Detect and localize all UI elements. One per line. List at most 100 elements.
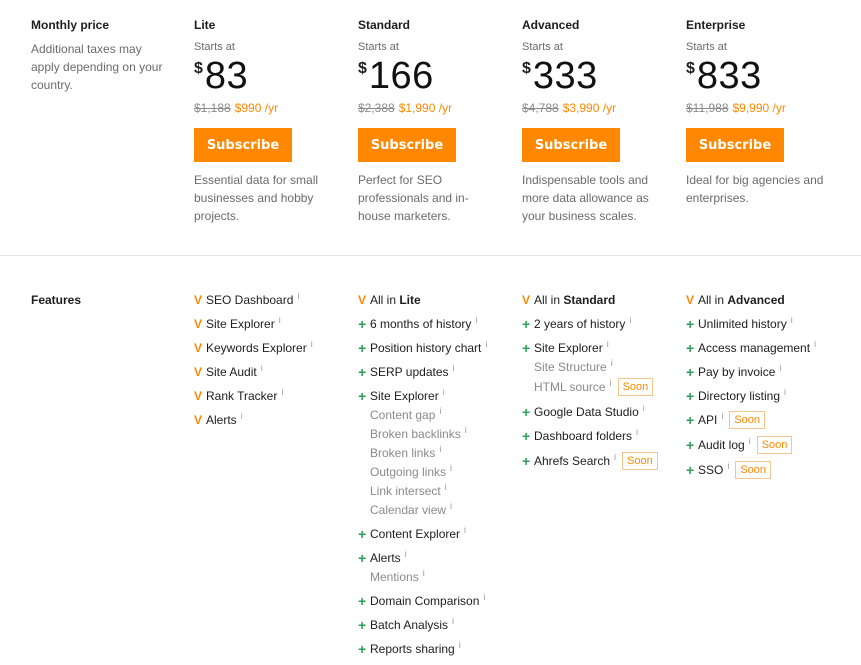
info-icon[interactable]: i bbox=[423, 568, 425, 578]
price-value: 333 bbox=[532, 55, 598, 97]
feature-item: +6 months of history i bbox=[358, 315, 487, 332]
feature-alerts: V Alerts i bbox=[194, 411, 313, 428]
info-icon[interactable]: i bbox=[445, 482, 447, 492]
plan-name: Enterprise bbox=[686, 18, 746, 32]
feature-label: Alerts bbox=[370, 551, 401, 565]
feature-label: 6 months of history bbox=[370, 317, 472, 331]
info-icon[interactable]: i bbox=[779, 363, 781, 373]
info-icon[interactable]: i bbox=[459, 640, 461, 650]
sub-feature: Content gap i bbox=[370, 406, 442, 422]
feature-label: Position history chart bbox=[370, 341, 482, 355]
subscribe-button[interactable]: Subscribe bbox=[194, 128, 292, 162]
info-icon[interactable]: i bbox=[483, 592, 485, 602]
info-icon[interactable]: i bbox=[614, 452, 616, 462]
info-icon[interactable]: i bbox=[749, 436, 751, 446]
feature-item: + Ahrefs Search i Soon bbox=[522, 452, 658, 470]
plus-icon: + bbox=[358, 388, 367, 404]
currency-symbol: $ bbox=[686, 60, 695, 77]
sub-feature: Site Structure i bbox=[534, 358, 613, 374]
feature-item: + Pay by invoice i bbox=[686, 363, 816, 380]
info-icon[interactable]: i bbox=[297, 291, 299, 301]
info-icon[interactable]: i bbox=[784, 387, 786, 397]
feature-all-in: V All in Advanced bbox=[686, 292, 816, 308]
sub-feature: Broken backlinks i bbox=[370, 425, 467, 441]
feature-label: Dashboard folders bbox=[534, 429, 633, 443]
feature-item: + API i Soon bbox=[686, 411, 816, 429]
info-icon[interactable]: i bbox=[241, 411, 243, 421]
feature-item: + Content Explorer i bbox=[358, 525, 487, 542]
plus-icon: + bbox=[358, 550, 367, 566]
info-icon[interactable]: i bbox=[791, 315, 793, 325]
feature-label: Domain Comparison bbox=[370, 594, 480, 608]
info-icon[interactable]: i bbox=[453, 363, 455, 373]
feature-item: + Domain Comparison i bbox=[358, 592, 487, 609]
feature-label: 2 years of history bbox=[534, 317, 626, 331]
monthly-price-label: Monthly price bbox=[31, 18, 110, 32]
info-icon[interactable]: i bbox=[452, 616, 454, 626]
info-icon[interactable]: i bbox=[439, 406, 441, 416]
feature-item: + SSO i Soon bbox=[686, 461, 816, 479]
plan-name: Standard bbox=[358, 18, 411, 32]
info-icon[interactable]: i bbox=[443, 387, 445, 397]
sub-feature: HTML source i Soon bbox=[522, 378, 658, 396]
info-icon[interactable]: i bbox=[465, 425, 467, 435]
subscribe-button[interactable]: Subscribe bbox=[686, 128, 784, 162]
check-icon: V bbox=[194, 413, 203, 427]
feature-item: + Batch Analysis i bbox=[358, 616, 487, 633]
info-icon[interactable]: i bbox=[610, 378, 612, 388]
plus-icon: + bbox=[358, 340, 367, 356]
subscribe-button[interactable]: Subscribe bbox=[358, 128, 456, 162]
info-icon[interactable]: i bbox=[450, 463, 452, 473]
feature-item: + Position history chart i bbox=[358, 339, 487, 356]
feature-label: Pay by invoice bbox=[698, 365, 776, 379]
plus-icon: + bbox=[686, 388, 695, 404]
plan-enterprise: Enterprise Starts at $ 833 $11,988 $9,990… bbox=[686, 18, 831, 207]
plus-icon: + bbox=[522, 428, 531, 444]
feature-all-in: V All in Lite bbox=[358, 292, 487, 308]
info-icon[interactable]: i bbox=[611, 358, 613, 368]
plus-icon: + bbox=[522, 404, 531, 420]
feature-site-explorer: V Site Explorer i bbox=[194, 315, 313, 332]
new-annual-price: $1,990 /yr bbox=[398, 101, 453, 115]
starts-at: Starts at bbox=[686, 41, 727, 53]
info-icon[interactable]: i bbox=[450, 501, 452, 511]
plus-icon: + bbox=[686, 340, 695, 356]
feature-label: Content Explorer bbox=[370, 527, 461, 541]
info-icon[interactable]: i bbox=[279, 315, 281, 325]
subscribe-button[interactable]: Subscribe bbox=[522, 128, 620, 162]
soon-badge: Soon bbox=[617, 378, 654, 396]
annual-price: $4,788 $3,990 /yr bbox=[522, 101, 657, 115]
currency-symbol: $ bbox=[358, 60, 367, 77]
feature-label: Google Data Studio bbox=[534, 405, 639, 419]
info-icon[interactable]: i bbox=[405, 549, 407, 559]
info-icon[interactable]: i bbox=[721, 411, 723, 421]
check-icon: V bbox=[194, 389, 203, 403]
info-icon[interactable]: i bbox=[261, 363, 263, 373]
info-icon[interactable]: i bbox=[311, 339, 313, 349]
price: $ 83 bbox=[194, 57, 329, 95]
feature-all-in: V All in Standard bbox=[522, 292, 658, 308]
check-icon: V bbox=[194, 341, 203, 355]
plus-icon: + bbox=[358, 641, 367, 657]
info-icon[interactable]: i bbox=[485, 339, 487, 349]
currency-symbol: $ bbox=[194, 60, 203, 77]
info-icon[interactable]: i bbox=[814, 339, 816, 349]
info-icon[interactable]: i bbox=[629, 315, 631, 325]
info-icon[interactable]: i bbox=[643, 403, 645, 413]
info-icon[interactable]: i bbox=[727, 461, 729, 471]
plan-description: Indispensable tools and more data allowa… bbox=[522, 173, 649, 223]
info-icon[interactable]: i bbox=[439, 444, 441, 454]
info-icon[interactable]: i bbox=[475, 315, 477, 325]
info-icon[interactable]: i bbox=[464, 525, 466, 535]
plus-icon: + bbox=[686, 437, 695, 453]
feature-item: + Site Explorer i bbox=[522, 339, 658, 356]
section-divider bbox=[0, 255, 861, 256]
info-icon[interactable]: i bbox=[607, 339, 609, 349]
plan-description: Essential data for small businesses and … bbox=[194, 173, 319, 223]
info-icon[interactable]: i bbox=[281, 387, 283, 397]
annual-price: $2,388 $1,990 /yr bbox=[358, 101, 493, 115]
info-icon[interactable]: i bbox=[636, 427, 638, 437]
feature-item: + Audit log i Soon bbox=[686, 436, 816, 454]
taxes-note: Additional taxes may apply depending on … bbox=[31, 42, 163, 92]
sub-feature: Mentions i bbox=[370, 568, 425, 584]
